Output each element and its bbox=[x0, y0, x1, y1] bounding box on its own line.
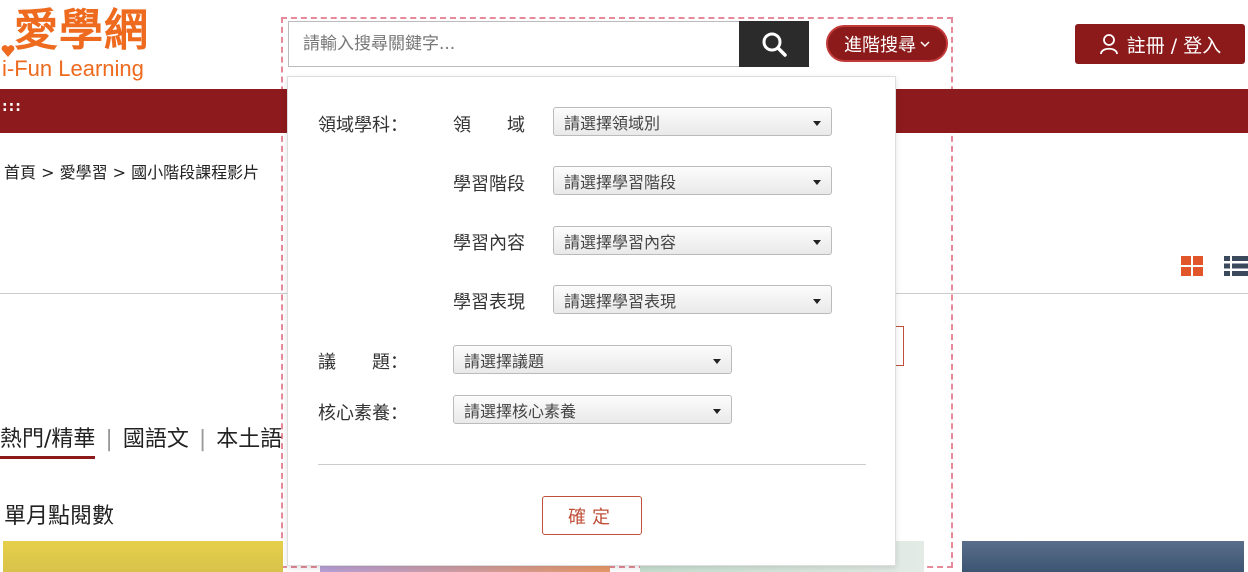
chevron-down-icon bbox=[920, 40, 930, 47]
domain-select-value: 請選擇領域別 bbox=[564, 113, 661, 133]
breadcrumb[interactable]: 首頁 > 愛學習 > 國小階段課程影片 bbox=[4, 159, 259, 183]
tab-hot[interactable]: 熱門/精華 bbox=[0, 427, 96, 459]
advanced-search-label: 進階搜尋 bbox=[844, 34, 916, 56]
advanced-search-panel: 領域學科： 領 域 請選擇領域別 學習階段 請選擇學習階段 學習內容 請選擇學習… bbox=[287, 76, 896, 566]
competency-select-value: 請選擇核心素養 bbox=[464, 401, 577, 421]
caret-down-icon bbox=[713, 409, 721, 414]
user-icon bbox=[1099, 34, 1118, 55]
performance-select[interactable]: 請選擇學習表現 bbox=[553, 285, 832, 314]
category-tabs: 熱門/精華 | 國語文 | 本土語 bbox=[0, 421, 282, 459]
tab-chinese[interactable]: 國語文 bbox=[123, 427, 189, 452]
field-domain-label: 領 域 bbox=[453, 115, 525, 136]
domain-select[interactable]: 請選擇領域別 bbox=[553, 107, 832, 136]
tab-separator: | bbox=[105, 427, 113, 452]
field-stage-label: 學習階段 bbox=[453, 174, 525, 195]
caret-down-icon bbox=[713, 359, 721, 364]
confirm-button[interactable]: 確定 bbox=[542, 496, 642, 535]
search-box bbox=[288, 21, 740, 67]
grid-view-icon[interactable] bbox=[1181, 256, 1203, 276]
field-performance-label: 學習表現 bbox=[453, 292, 525, 313]
domain-subject-label: 領域學科： bbox=[318, 115, 408, 136]
caret-down-icon bbox=[813, 299, 821, 304]
nav-accesskey[interactable]: ::: bbox=[2, 99, 22, 115]
stage-select[interactable]: 請選擇學習階段 bbox=[553, 166, 832, 195]
performance-select-value: 請選擇學習表現 bbox=[564, 291, 677, 311]
field-content-label: 學習內容 bbox=[453, 233, 525, 254]
video-thumbnail[interactable] bbox=[3, 541, 283, 572]
login-register-label: 註冊 / 登入 bbox=[1126, 34, 1222, 57]
site-logo[interactable]: 愛學網 i-Fun Learning bbox=[0, 4, 180, 84]
list-view-icon[interactable] bbox=[1224, 256, 1248, 276]
logo-chinese: 愛學網 bbox=[14, 5, 149, 56]
caret-down-icon bbox=[813, 180, 821, 185]
search-icon bbox=[762, 32, 787, 57]
competency-label: 核心素養： bbox=[318, 403, 408, 424]
competency-select[interactable]: 請選擇核心素養 bbox=[453, 395, 732, 424]
caret-down-icon bbox=[813, 121, 821, 126]
video-thumbnail[interactable] bbox=[962, 541, 1244, 572]
tab-local-language[interactable]: 本土語 bbox=[216, 427, 282, 452]
issue-label: 議 題： bbox=[318, 352, 408, 373]
stage-select-value: 請選擇學習階段 bbox=[564, 172, 677, 192]
caret-down-icon bbox=[813, 240, 821, 245]
search-input[interactable] bbox=[289, 22, 739, 66]
logo-english: i-Fun Learning bbox=[2, 56, 144, 81]
login-register-button[interactable]: 註冊 / 登入 bbox=[1075, 24, 1245, 64]
content-select-value: 請選擇學習內容 bbox=[564, 232, 677, 252]
issue-select-value: 請選擇議題 bbox=[464, 351, 545, 371]
advanced-search-button[interactable]: 進階搜尋 bbox=[826, 25, 948, 62]
content-select[interactable]: 請選擇學習內容 bbox=[553, 226, 832, 255]
issue-select[interactable]: 請選擇議題 bbox=[453, 345, 732, 374]
tab-separator: | bbox=[198, 427, 207, 452]
search-button[interactable] bbox=[739, 21, 809, 67]
panel-divider bbox=[318, 464, 866, 465]
section-title: 單月點閱數 bbox=[4, 504, 115, 529]
